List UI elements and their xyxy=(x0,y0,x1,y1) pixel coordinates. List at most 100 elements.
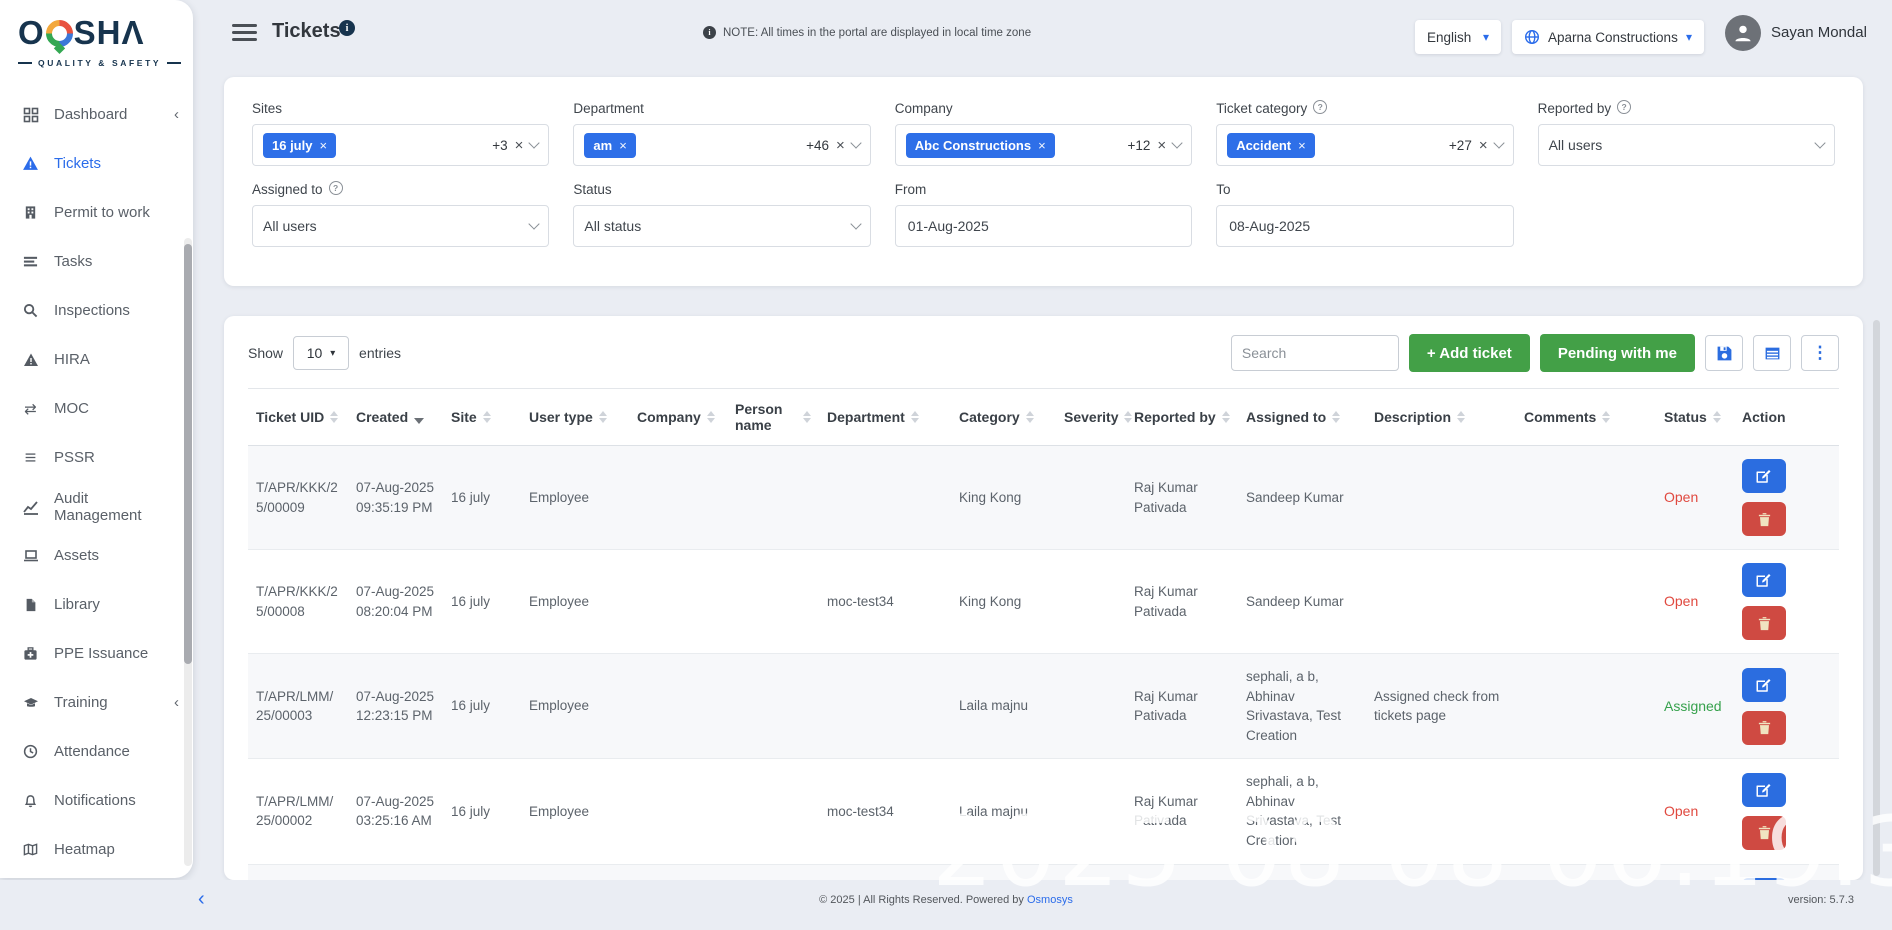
sidebar-item-moc[interactable]: ⇄ MOC xyxy=(0,384,193,433)
col-status[interactable]: Status xyxy=(1656,389,1734,446)
help-icon[interactable]: ? xyxy=(329,181,343,195)
clear-icon[interactable]: × xyxy=(515,137,524,154)
chevron-down-icon xyxy=(1493,137,1504,148)
osmosys-link[interactable]: Osmosys xyxy=(1027,894,1073,906)
user-name[interactable]: Sayan Mondal xyxy=(1771,24,1867,41)
sidebar-item-dashboard[interactable]: Dashboard ‹ xyxy=(0,90,193,139)
edit-button[interactable] xyxy=(1742,563,1786,597)
main-scrollbar-thumb[interactable] xyxy=(1873,320,1880,876)
table-row: T/APR/LMM/25/00003 07-Aug-2025 12:23:15 … xyxy=(248,654,1839,759)
trash-icon xyxy=(1757,825,1772,840)
show-label: Show xyxy=(248,345,283,361)
col-site[interactable]: Site xyxy=(443,389,521,446)
hamburger-menu-icon[interactable] xyxy=(232,24,257,41)
sidebar-item-tickets[interactable]: Tickets xyxy=(0,139,193,188)
delete-button[interactable] xyxy=(1742,606,1786,640)
status-select[interactable]: All status xyxy=(573,205,870,247)
col-person-name[interactable]: Person name xyxy=(727,389,819,446)
assigned-to-select[interactable]: All users xyxy=(252,205,549,247)
sidebar-item-notifications[interactable]: Notifications xyxy=(0,776,193,825)
chevron-left-icon[interactable]: ‹ xyxy=(174,106,179,123)
sites-multiselect[interactable]: 16 july× +3× xyxy=(252,124,549,166)
sidebar-item-training[interactable]: Training ‹ xyxy=(0,678,193,727)
sort-icon xyxy=(483,411,491,423)
chevron-left-icon[interactable]: ‹ xyxy=(174,694,179,711)
delete-button[interactable] xyxy=(1742,502,1786,536)
sidebar-menu: Dashboard ‹ Tickets Permit to work Tasks… xyxy=(0,90,193,930)
organisation-selector[interactable]: Aparna Constructions ▾ xyxy=(1512,20,1704,54)
help-icon[interactable]: ? xyxy=(1617,100,1631,114)
edit-button[interactable] xyxy=(1742,773,1786,807)
category-multiselect[interactable]: Accident× +27× xyxy=(1216,124,1513,166)
delete-button[interactable] xyxy=(1742,816,1786,850)
sidebar-scrollbar-thumb[interactable] xyxy=(184,244,192,664)
chip-close-icon[interactable]: × xyxy=(619,138,627,153)
col-company[interactable]: Company xyxy=(629,389,727,446)
col-ticket-uid[interactable]: Ticket UID xyxy=(248,389,348,446)
col-assigned-to[interactable]: Assigned to xyxy=(1238,389,1366,446)
sidebar-item-assets[interactable]: Assets xyxy=(0,531,193,580)
clear-icon[interactable]: × xyxy=(1157,137,1166,154)
filter-label: Sites xyxy=(252,101,549,116)
select-value: All users xyxy=(263,218,317,234)
chip-close-icon[interactable]: × xyxy=(319,138,327,153)
language-value: English xyxy=(1427,30,1471,45)
add-ticket-button[interactable]: + Add ticket xyxy=(1409,334,1530,372)
edit-button[interactable] xyxy=(1742,459,1786,493)
company-multiselect[interactable]: Abc Constructions× +12× xyxy=(895,124,1192,166)
sidebar-item-label: MOC xyxy=(54,400,89,417)
col-created[interactable]: Created xyxy=(348,389,443,446)
sidebar-item-ppe-issuance[interactable]: PPE Issuance xyxy=(0,629,193,678)
department-multiselect[interactable]: am× +46× xyxy=(573,124,870,166)
filters-panel: Sites 16 july× +3× Department am× +46× C… xyxy=(224,77,1863,286)
from-date-input[interactable] xyxy=(895,205,1192,247)
user-avatar[interactable] xyxy=(1725,15,1761,51)
edit-button[interactable] xyxy=(1742,668,1786,702)
organisation-value: Aparna Constructions xyxy=(1548,30,1678,45)
sort-icon xyxy=(1457,411,1465,423)
select-value: All users xyxy=(1549,137,1603,153)
more-options-button[interactable]: ⋮ xyxy=(1801,335,1839,371)
chip-close-icon[interactable]: × xyxy=(1298,138,1306,153)
chevron-down-icon xyxy=(1814,137,1825,148)
col-comments[interactable]: Comments xyxy=(1516,389,1656,446)
pending-with-me-button[interactable]: Pending with me xyxy=(1540,334,1695,372)
sidebar-item-attendance[interactable]: Attendance xyxy=(0,727,193,776)
clear-icon[interactable]: × xyxy=(836,137,845,154)
sidebar-item-permit-to-work[interactable]: Permit to work xyxy=(0,188,193,237)
search-input[interactable] xyxy=(1231,335,1399,371)
filter-label: Status xyxy=(573,182,870,197)
language-selector[interactable]: English ▾ xyxy=(1415,20,1501,54)
clear-icon[interactable]: × xyxy=(1479,137,1488,154)
col-description[interactable]: Description xyxy=(1366,389,1516,446)
filter-department: Department am× +46× xyxy=(573,101,870,166)
delete-button[interactable] xyxy=(1742,711,1786,745)
chevron-down-icon xyxy=(529,137,540,148)
col-user-type[interactable]: User type xyxy=(521,389,629,446)
col-severity[interactable]: Severity xyxy=(1056,389,1126,446)
sidebar-item-tasks[interactable]: Tasks xyxy=(0,237,193,286)
sidebar-item-hira[interactable]: HIRA xyxy=(0,335,193,384)
col-reported-by[interactable]: Reported by xyxy=(1126,389,1238,446)
sidebar-item-inspections[interactable]: Inspections xyxy=(0,286,193,335)
col-category[interactable]: Category xyxy=(951,389,1056,446)
col-department[interactable]: Department xyxy=(819,389,951,446)
tickets-table: Ticket UID Created Site User type Compan… xyxy=(248,388,1839,880)
save-icon xyxy=(1716,345,1733,362)
edit-pencil-icon xyxy=(1756,572,1772,588)
page-size-select[interactable]: 10 ▾ xyxy=(293,336,349,370)
warning-triangle-icon xyxy=(22,155,39,172)
reported-by-select[interactable]: All users xyxy=(1538,124,1835,166)
export-save-button[interactable] xyxy=(1705,335,1743,371)
sidebar-item-pssr[interactable]: PSSR xyxy=(0,433,193,482)
info-icon[interactable]: i xyxy=(339,20,355,36)
help-icon[interactable]: ? xyxy=(1313,100,1327,114)
status-badge: Open xyxy=(1656,759,1734,864)
chip-close-icon[interactable]: × xyxy=(1038,138,1046,153)
sidebar-item-heatmap[interactable]: Heatmap xyxy=(0,825,193,874)
sidebar-item-library[interactable]: Library xyxy=(0,580,193,629)
sidebar-item-audit-management[interactable]: Audit Management xyxy=(0,482,193,531)
more-count: +27 xyxy=(1449,138,1472,153)
to-date-input[interactable] xyxy=(1216,205,1513,247)
column-view-button[interactable] xyxy=(1753,335,1791,371)
